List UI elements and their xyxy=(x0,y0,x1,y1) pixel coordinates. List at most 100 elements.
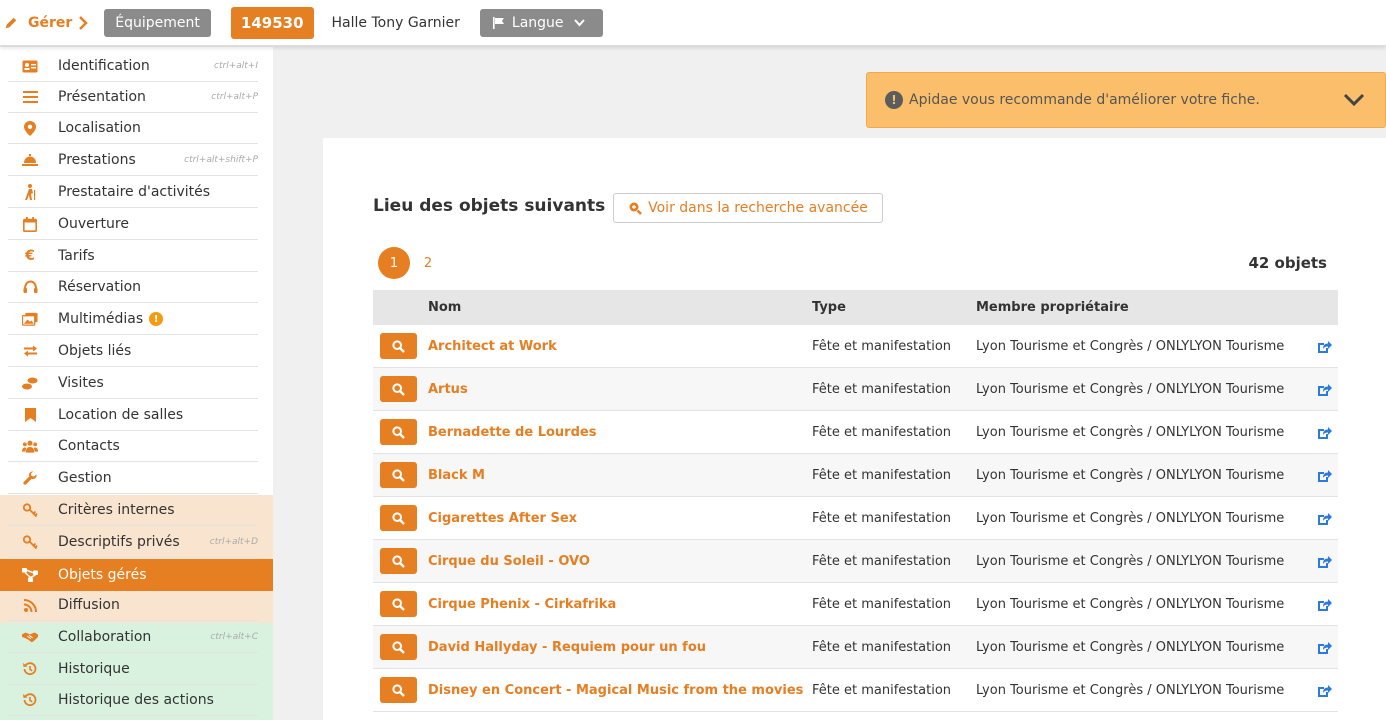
object-name-link[interactable]: Cigarettes After Sex xyxy=(428,497,577,540)
view-object-button[interactable] xyxy=(380,634,417,660)
view-object-button[interactable] xyxy=(380,462,417,488)
table-row: Disney en Concert - Magical Music from t… xyxy=(373,669,1338,712)
sidebar-item-prestataire-d-activites[interactable]: Prestataire d'activités xyxy=(8,177,258,208)
owner-member: Lyon Tourisme et Congrès / ONLYLYON Tour… xyxy=(976,339,1285,354)
keyboard-shortcut: ctrl+alt+shift+P xyxy=(184,155,258,165)
chevron-down-icon[interactable] xyxy=(1343,93,1365,107)
sidebar-item-tarifs[interactable]: € Tarifs xyxy=(8,241,258,272)
external-link-icon[interactable] xyxy=(1316,597,1332,613)
view-object-button[interactable] xyxy=(380,419,417,445)
sidebar-item-objets-lies[interactable]: Objets liés xyxy=(8,336,258,367)
sidebar-item-label: Localisation xyxy=(58,120,141,136)
sidebar-item-label: Diffusion xyxy=(58,597,120,613)
object-name-link[interactable]: Disney en Concert - Magical Music from t… xyxy=(428,669,803,712)
view-object-button[interactable] xyxy=(380,333,417,359)
sidebar-item-gestion[interactable]: Gestion xyxy=(8,463,258,494)
search-icon xyxy=(392,382,405,396)
object-type: Fête et manifestation xyxy=(812,339,952,354)
object-name-link[interactable]: Cirque du Soleil - OVO xyxy=(428,540,590,583)
chevron-down-icon xyxy=(573,18,585,26)
object-name-link[interactable]: David Hallyday - Requiem pour un fou xyxy=(428,626,706,669)
keyboard-shortcut: ctrl+alt+I xyxy=(214,61,258,71)
sidebar-item-presentation[interactable]: Présentation ctrl+alt+P xyxy=(8,82,258,113)
external-link-icon[interactable] xyxy=(1316,640,1332,656)
search-plus-icon xyxy=(629,202,643,215)
language-dropdown[interactable]: Langue xyxy=(479,8,603,37)
keyboard-shortcut: ctrl+alt+P xyxy=(211,92,258,102)
sidebar-item-label: Prestataire d'activités xyxy=(58,184,211,200)
pagination-page-2[interactable]: 2 xyxy=(412,247,444,279)
sidebar-item-visites[interactable]: Visites xyxy=(8,368,258,399)
sidebar-item-label: Identification xyxy=(58,58,150,74)
recommendation-alert[interactable]: ! Apidae vous recommande d'améliorer vot… xyxy=(866,72,1386,128)
owner-member: Lyon Tourisme et Congrès / ONLYLYON Tour… xyxy=(976,640,1285,655)
sidebar-item-historique-des-actions[interactable]: Historique des actions xyxy=(8,685,258,716)
object-type: Fête et manifestation xyxy=(812,683,952,698)
sidebar-item-ouverture[interactable]: Ouverture xyxy=(8,209,258,240)
search-icon xyxy=(392,597,405,611)
sidebar-item-identification[interactable]: Identification ctrl+alt+I xyxy=(8,51,258,82)
external-link-icon[interactable] xyxy=(1316,382,1332,398)
external-link-icon[interactable] xyxy=(1316,425,1332,441)
sidebar-item-label: Critères internes xyxy=(58,502,175,518)
sidebar-item-historique[interactable]: Historique xyxy=(8,654,258,685)
sidebar-item-multimedias[interactable]: Multimédias! xyxy=(8,304,258,335)
view-object-button[interactable] xyxy=(380,505,417,531)
language-label: Langue xyxy=(511,14,564,31)
pencil-icon xyxy=(5,17,17,28)
object-id: 149530 xyxy=(240,13,304,32)
sidebar-item-localisation[interactable]: Localisation xyxy=(8,113,258,144)
sidebar-item-collaboration[interactable]: Collaboration ctrl+alt+C xyxy=(8,622,258,653)
object-name-link[interactable]: Bernadette de Lourdes xyxy=(428,411,596,454)
sidebar-item-contacts[interactable]: Contacts xyxy=(8,431,258,462)
column-header-type[interactable]: Type xyxy=(812,290,846,325)
object-name-link[interactable]: Artus xyxy=(428,368,468,411)
pagination-page-1[interactable]: 1 xyxy=(378,247,410,279)
table-row: Black M Fête et manifestation Lyon Tourism… xyxy=(373,454,1338,497)
advanced-search-button[interactable]: Voir dans la recherche avancée xyxy=(613,193,883,223)
results-count: 42 objets xyxy=(1248,254,1327,272)
external-link-icon[interactable] xyxy=(1316,511,1332,527)
sidebar-item-reservation[interactable]: Réservation xyxy=(8,272,258,303)
advanced-search-label: Voir dans la recherche avancée xyxy=(648,200,868,216)
owner-member: Lyon Tourisme et Congrès / ONLYLYON Tour… xyxy=(976,468,1285,483)
external-link-icon[interactable] xyxy=(1316,554,1332,570)
top-bar: Gérer Équipement 149530 Halle Tony Garni… xyxy=(0,0,1386,46)
key-icon xyxy=(22,534,38,550)
sidebar-item-location-de-salles[interactable]: Location de salles xyxy=(8,400,258,431)
flag-icon xyxy=(492,16,504,29)
external-link-icon[interactable] xyxy=(1316,339,1332,355)
view-object-button[interactable] xyxy=(380,591,417,617)
sidebar-item-criteres-internes[interactable]: Critères internes xyxy=(8,495,258,526)
history-icon xyxy=(22,661,38,677)
object-type: Fête et manifestation xyxy=(812,382,952,397)
column-header-owner[interactable]: Membre propriétaire xyxy=(976,290,1129,325)
view-object-button[interactable] xyxy=(380,677,417,703)
sidebar-item-descriptifs-prives[interactable]: Descriptifs privés ctrl+alt+D xyxy=(8,527,258,558)
rss-icon xyxy=(22,597,38,613)
external-link-icon[interactable] xyxy=(1316,683,1332,699)
view-object-button[interactable] xyxy=(380,376,417,402)
manage-label: Gérer xyxy=(28,14,73,31)
column-header-name[interactable]: Nom xyxy=(428,290,461,325)
table-row: Cigarettes After Sex Fête et manifestatio… xyxy=(373,497,1338,540)
sidebar-item-objets-geres[interactable]: Objets gérés xyxy=(8,559,258,590)
manage-menu[interactable]: Gérer xyxy=(4,14,89,31)
object-type: Fête et manifestation xyxy=(812,597,952,612)
chevron-right-icon xyxy=(79,15,89,30)
owner-member: Lyon Tourisme et Congrès / ONLYLYON Tour… xyxy=(976,683,1285,698)
object-name-link[interactable]: Cirque Phenix - Cirkafrika xyxy=(428,583,616,626)
object-name-link[interactable]: Architect at Work xyxy=(428,325,557,368)
object-name-link[interactable]: Black M xyxy=(428,454,485,497)
sidebar-item-label: Objets gérés xyxy=(58,566,147,583)
search-icon xyxy=(392,683,405,697)
exclamation-icon: ! xyxy=(885,91,903,109)
view-object-button[interactable] xyxy=(380,548,417,574)
calendar-icon xyxy=(22,216,38,232)
owner-member: Lyon Tourisme et Congrès / ONLYLYON Tour… xyxy=(976,511,1285,526)
external-link-icon[interactable] xyxy=(1316,468,1332,484)
sidebar-item-prestations[interactable]: Prestations ctrl+alt+shift+P xyxy=(8,145,258,176)
table-header: Nom Type Membre propriétaire xyxy=(373,290,1338,325)
owner-member: Lyon Tourisme et Congrès / ONLYLYON Tour… xyxy=(976,597,1285,612)
sidebar-item-diffusion[interactable]: Diffusion xyxy=(8,590,258,621)
